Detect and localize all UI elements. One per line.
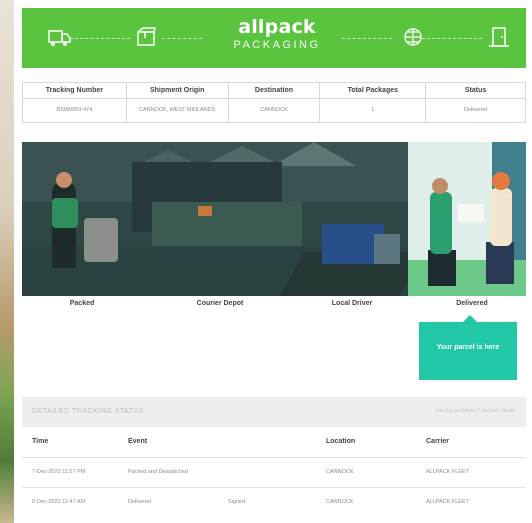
col-carrier: Carrier <box>426 438 449 446</box>
event-carrier: ALLPACK FLEET <box>416 486 526 517</box>
hand-cart <box>84 218 118 262</box>
events-header-row: Time Event Location Carrier <box>22 427 526 457</box>
door-icon <box>489 27 509 47</box>
delivery-illustration <box>22 142 526 296</box>
event-detail: Signed <box>218 486 316 517</box>
route-line <box>162 38 202 39</box>
loading-dock <box>152 202 302 246</box>
col-shipment-origin: Shipment Origin <box>125 82 229 99</box>
callout-text: Your parcel is here <box>436 344 500 351</box>
truck-cab <box>374 234 400 264</box>
detailed-status-bar: DETAILED TRACKING STATUS Having problems… <box>22 397 526 427</box>
worker-head <box>56 172 72 188</box>
courier-head <box>432 178 448 194</box>
contact-dealer-link[interactable]: Having problems? contact dealer <box>436 408 516 414</box>
tracking-number-value: BSW0000-474 <box>22 98 127 123</box>
detailed-status-title: DETAILED TRACKING STATUS <box>32 408 145 415</box>
event-location: CANNOCK <box>316 486 416 517</box>
col-status: Status <box>425 82 526 99</box>
col-location: Location <box>326 438 356 446</box>
brand-subtitle: PACKAGING <box>233 39 321 51</box>
tracking-events-table: Time Event Location Carrier 7-Dec-2022 1… <box>22 427 526 517</box>
step-local-driver: Local Driver <box>331 300 373 307</box>
summary-header-row: Tracking Number Shipment Origin Destinat… <box>22 82 526 99</box>
progress-steps: Packed Courier Depot Local Driver Delive… <box>22 300 526 316</box>
step-courier-depot: Courier Depot <box>196 300 244 307</box>
callout-arrow <box>463 315 477 322</box>
package-icon <box>137 27 156 46</box>
event-carrier: ALLPACK FLEET <box>416 456 526 487</box>
destination-value: CANNOCK <box>227 98 321 123</box>
summary-row: BSW0000-474 CANNOCK, WEST MIDLANDS CANNO… <box>22 98 526 123</box>
col-tracking-number: Tracking Number <box>22 82 127 99</box>
step-delivered: Delivered <box>456 300 488 307</box>
col-total-packages: Total Packages <box>319 82 427 99</box>
truck-icon <box>48 30 71 46</box>
col-event: Event <box>128 438 148 446</box>
event-time: 8-Dec-2022 11:47 AM <box>22 486 118 517</box>
brand-name: allpack <box>238 16 316 38</box>
col-time: Time <box>32 438 49 446</box>
event-detail <box>218 456 316 487</box>
courier-legs <box>428 250 456 286</box>
warehouse-roof <box>272 142 356 166</box>
courier <box>430 192 452 254</box>
total-packages-value: 1 <box>319 98 427 123</box>
globe-icon <box>404 28 422 46</box>
worker-shirt <box>52 198 78 228</box>
allpack-logo: allpack PACKAGING <box>202 16 352 52</box>
left-background-photo <box>0 0 14 523</box>
shipment-origin-value: CANNOCK, WEST MIDLANDS <box>125 98 229 123</box>
event-location: CANNOCK <box>316 456 416 487</box>
tracking-page: allpack PACKAGING Tracking Number Shipme… <box>14 0 532 523</box>
header-banner: allpack PACKAGING <box>22 8 526 68</box>
current-location-callout: Your parcel is here <box>419 315 517 380</box>
shipment-summary-table: Tracking Number Shipment Origin Destinat… <box>22 82 526 123</box>
status-value: Delivered <box>425 98 526 123</box>
table-row: 8-Dec-2022 11:47 AM Delivered Signed CAN… <box>22 486 526 517</box>
table-row: 7-Dec-2022 11:57 PM Packed and Despatche… <box>22 456 526 487</box>
parcel-box <box>198 206 212 216</box>
recipient-head <box>492 172 510 190</box>
event-name: Delivered <box>118 486 218 517</box>
recipient <box>490 188 512 246</box>
col-event-detail <box>218 427 316 457</box>
event-name: Packed and Despatched <box>118 456 218 487</box>
parcel <box>458 204 484 222</box>
recipient-legs <box>486 242 514 284</box>
step-packed: Packed <box>69 300 95 307</box>
event-time: 7-Dec-2022 11:57 PM <box>22 456 118 487</box>
route-line <box>422 38 482 39</box>
route-line <box>70 38 130 39</box>
col-destination: Destination <box>227 82 321 99</box>
